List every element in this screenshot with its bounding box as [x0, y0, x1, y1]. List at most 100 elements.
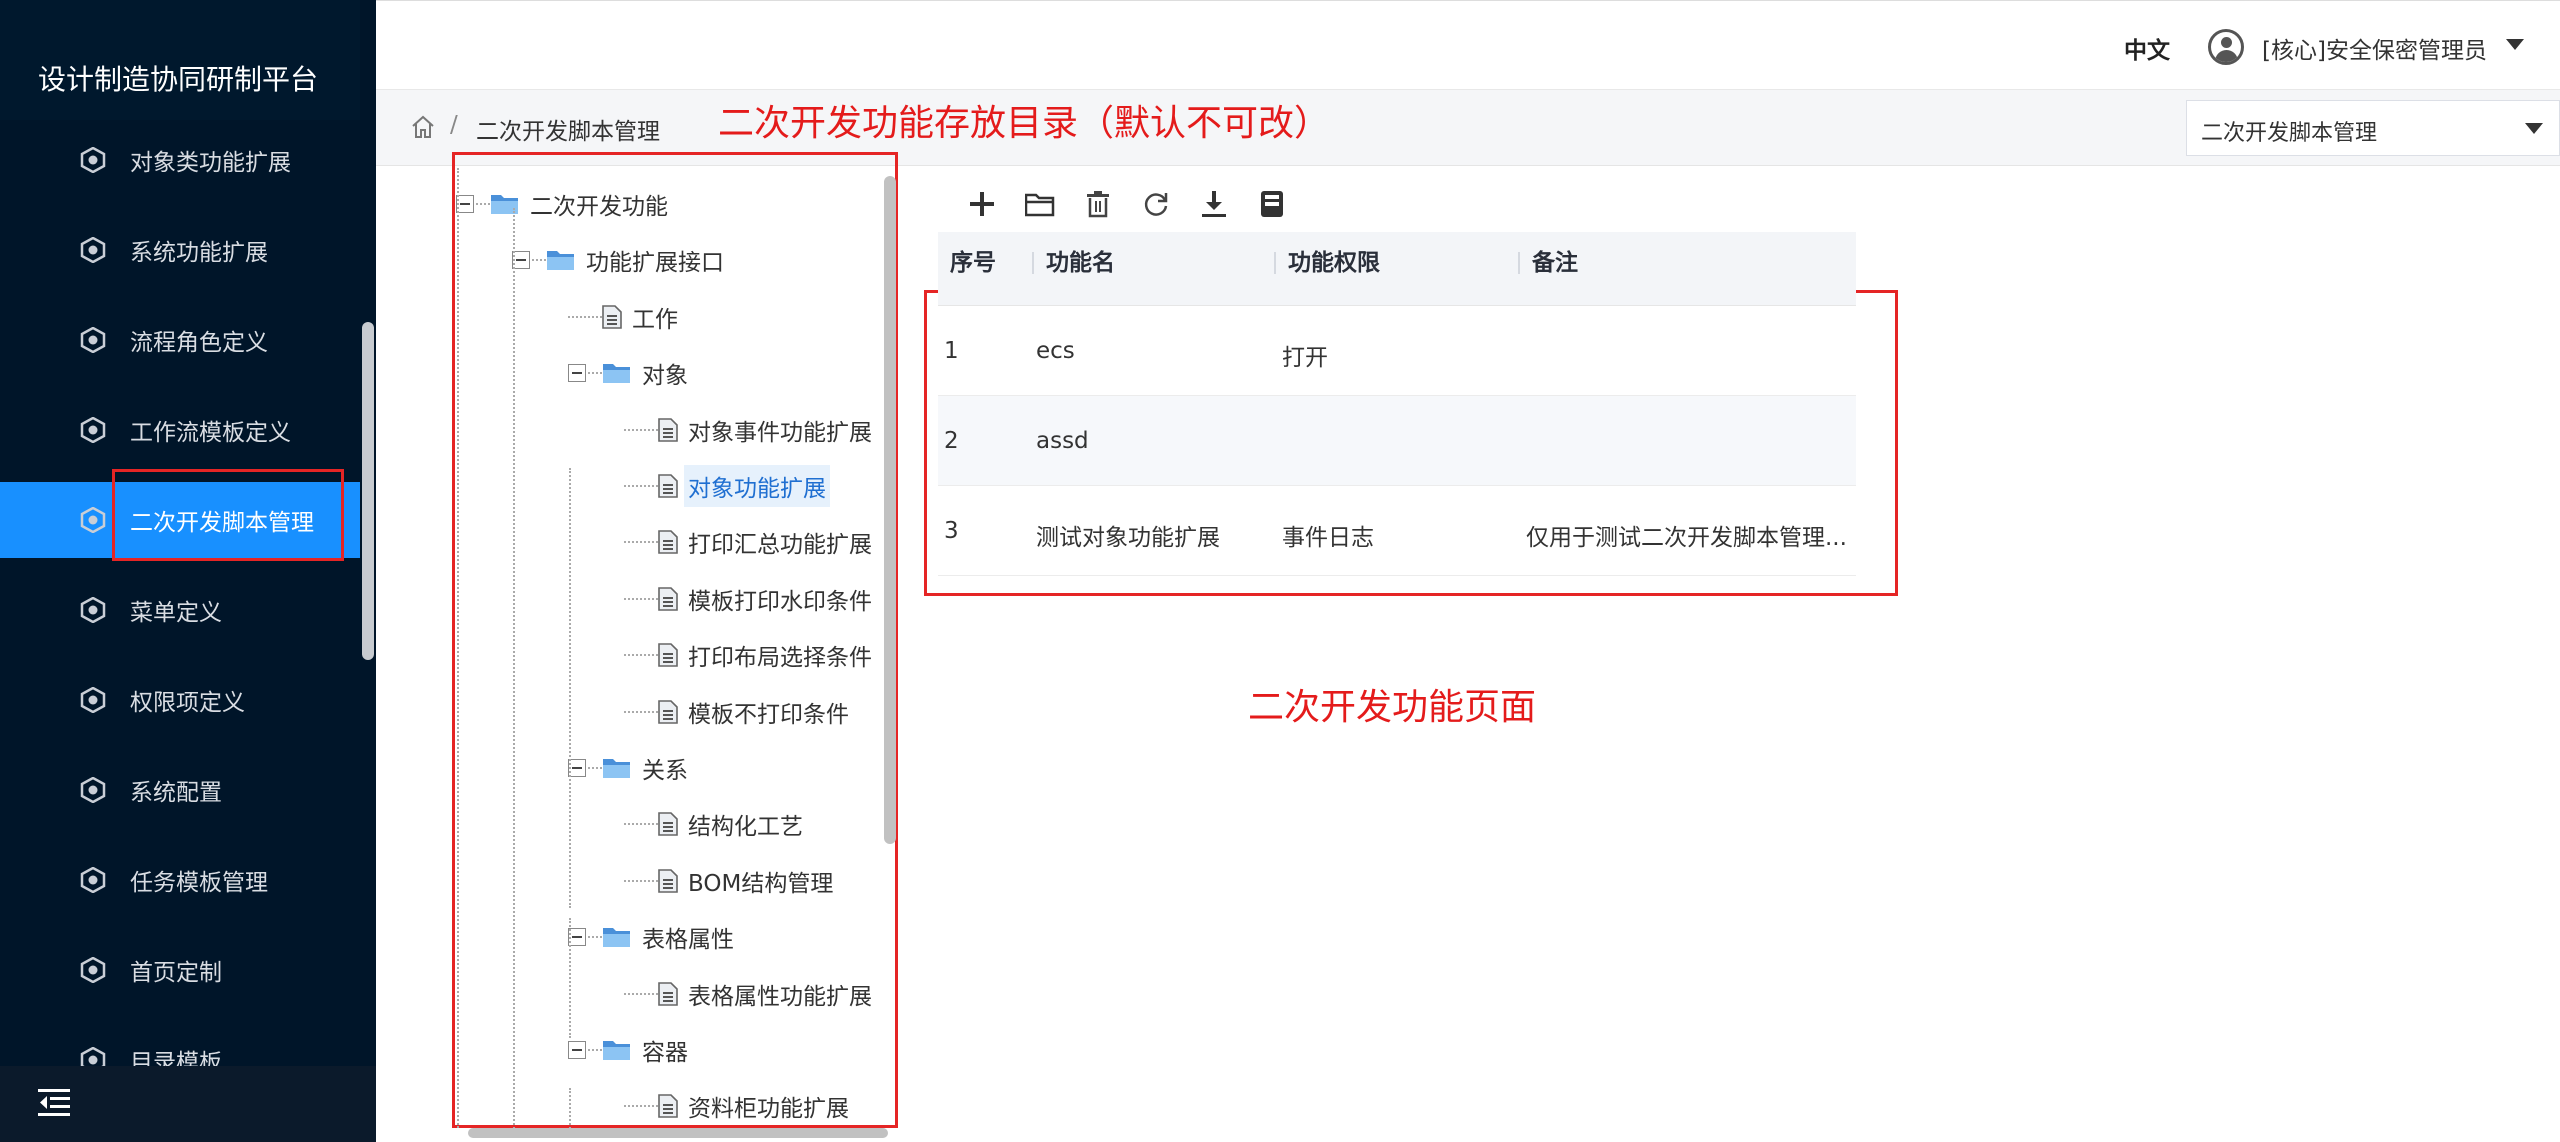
sidebar-item[interactable]: 对象类功能扩展: [0, 122, 360, 198]
tree-node[interactable]: 资料柜功能扩展: [624, 1086, 853, 1126]
page-select[interactable]: 二次开发脚本管理: [2186, 100, 2560, 156]
tree-node-label: 结构化工艺: [688, 814, 803, 841]
menu-fold-icon[interactable]: [38, 1087, 72, 1121]
tree-horizontal-scrollbar[interactable]: [468, 1128, 888, 1138]
tree-node[interactable]: 表格属性: [568, 917, 738, 957]
folder-open-icon: [602, 361, 632, 385]
tree-connector: [588, 1049, 602, 1051]
sidebar-item-label: 对象类功能扩展: [130, 150, 291, 176]
sidebar-item[interactable]: 系统配置: [0, 752, 360, 828]
tree-node-label: 关系: [642, 758, 688, 784]
download-icon[interactable]: [1198, 188, 1230, 220]
add-icon[interactable]: [966, 188, 998, 220]
cell-remark: 仅用于测试二次开发脚本管理...: [1526, 525, 1847, 551]
delete-icon[interactable]: [1082, 188, 1114, 220]
user-avatar-icon[interactable]: [2208, 29, 2244, 65]
sidebar-item[interactable]: 菜单定义: [0, 572, 360, 648]
tree-node[interactable]: 二次开发功能: [456, 184, 672, 224]
tree-connector: [588, 372, 602, 375]
sidebar-item-label: 菜单定义: [130, 600, 222, 626]
file-icon: [658, 474, 678, 498]
tree-guide-line: [457, 168, 459, 1128]
tree-guide-line: [569, 1088, 571, 1128]
tree-connector: [624, 823, 658, 826]
save-icon[interactable]: [1256, 188, 1288, 220]
sidebar-item-label: 任务模板管理: [130, 870, 268, 896]
sidebar-item[interactable]: 目录模板: [0, 1022, 360, 1066]
tree-node[interactable]: 模板不打印条件: [624, 692, 853, 732]
tree-connector: [624, 992, 658, 995]
sidebar-scrollbar-thumb[interactable]: [362, 322, 374, 660]
tree-connector: [532, 259, 546, 262]
tree-node[interactable]: 对象: [568, 353, 692, 393]
breadcrumb-current[interactable]: 二次开发脚本管理: [476, 112, 660, 146]
refresh-icon[interactable]: [1140, 188, 1172, 220]
user-name[interactable]: [核心]安全保密管理员: [2262, 31, 2487, 65]
tree-node-label: 打印布局选择条件: [688, 645, 872, 672]
tree-node[interactable]: 对象功能扩展: [624, 465, 830, 507]
tree-node-label: 对象事件功能扩展: [688, 419, 872, 446]
collapse-toggle-icon[interactable]: [568, 364, 586, 383]
tree-node-label: 资料柜功能扩展: [688, 1096, 849, 1123]
tree-scrollbar[interactable]: [884, 176, 896, 844]
module-icon: [80, 1047, 106, 1066]
sidebar-item-label: 目录模板: [130, 1050, 222, 1066]
table-row[interactable]: 1 ecs 打开: [938, 306, 1856, 396]
tree-node[interactable]: 表格属性功能扩展: [624, 974, 876, 1014]
tree-node-label: BOM结构管理: [688, 870, 834, 897]
cell-name: assd: [1036, 428, 1089, 454]
cell-index: 1: [944, 338, 959, 364]
home-icon[interactable]: [410, 114, 436, 144]
header-permission[interactable]: 功能权限: [1274, 252, 1380, 275]
tree-node-label: 表格属性功能扩展: [688, 983, 872, 1010]
header-remark[interactable]: 备注: [1518, 252, 1578, 275]
tree-node[interactable]: 结构化工艺: [624, 804, 807, 844]
sidebar-item[interactable]: 流程角色定义: [0, 302, 360, 378]
tree-node[interactable]: 对象事件功能扩展: [624, 410, 876, 450]
table-row[interactable]: 3 测试对象功能扩展 事件日志 仅用于测试二次开发脚本管理...: [938, 486, 1856, 576]
language-switch[interactable]: 中文: [2124, 31, 2170, 65]
sidebar-item-label: 流程角色定义: [130, 330, 268, 356]
tree-connector: [624, 1105, 658, 1108]
sidebar-item[interactable]: 权限项定义: [0, 662, 360, 738]
folder-open-icon: [490, 192, 520, 216]
sidebar-item-label: 系统配置: [130, 780, 222, 806]
tree-node[interactable]: 打印汇总功能扩展: [624, 522, 876, 562]
module-icon: [80, 237, 106, 263]
tree-guide-line: [569, 918, 571, 1038]
sidebar-item-label: 权限项定义: [130, 690, 245, 716]
sidebar-item-label: 系统功能扩展: [130, 240, 268, 266]
tree-connector: [624, 428, 658, 431]
file-icon: [658, 643, 678, 667]
file-icon: [602, 304, 622, 329]
sidebar-item[interactable]: 系统功能扩展: [0, 212, 360, 288]
tree-connector: [624, 879, 658, 882]
tree-node[interactable]: 功能扩展接口: [512, 240, 728, 280]
tree-node-label: 工作: [632, 306, 678, 333]
tree-connector: [568, 315, 602, 318]
sidebar-item[interactable]: 首页定制: [0, 932, 360, 1008]
sidebar-footer: [0, 1066, 376, 1142]
tree-node[interactable]: 模板打印水印条件: [624, 579, 876, 619]
folder-icon[interactable]: [1024, 188, 1056, 220]
header-index[interactable]: 序号: [938, 252, 996, 275]
tree-connector: [476, 203, 490, 205]
tree-guide-line: [513, 208, 515, 1128]
folder-open-icon: [602, 1038, 632, 1062]
tree-node[interactable]: 容器: [568, 1030, 692, 1070]
header-name[interactable]: 功能名: [1032, 252, 1115, 275]
tree-node-label: 打印汇总功能扩展: [688, 532, 872, 559]
table-row[interactable]: 2 assd: [938, 396, 1856, 486]
tree-node[interactable]: 打印布局选择条件: [624, 635, 876, 675]
sidebar-item[interactable]: 任务模板管理: [0, 842, 360, 918]
tree-connector: [624, 541, 658, 544]
sidebar-item[interactable]: 工作流模板定义: [0, 392, 360, 468]
tree-node[interactable]: 工作: [568, 297, 682, 337]
tree-node[interactable]: BOM结构管理: [624, 861, 837, 901]
tree-annotation: 二次开发功能存放目录（默认不可改）: [718, 103, 1331, 144]
tree-node[interactable]: 关系: [568, 748, 692, 788]
chevron-down-icon[interactable]: [2506, 39, 2524, 50]
folder-open-icon: [602, 756, 632, 780]
folder-open-icon: [546, 248, 576, 272]
collapse-toggle-icon[interactable]: [568, 1041, 586, 1059]
